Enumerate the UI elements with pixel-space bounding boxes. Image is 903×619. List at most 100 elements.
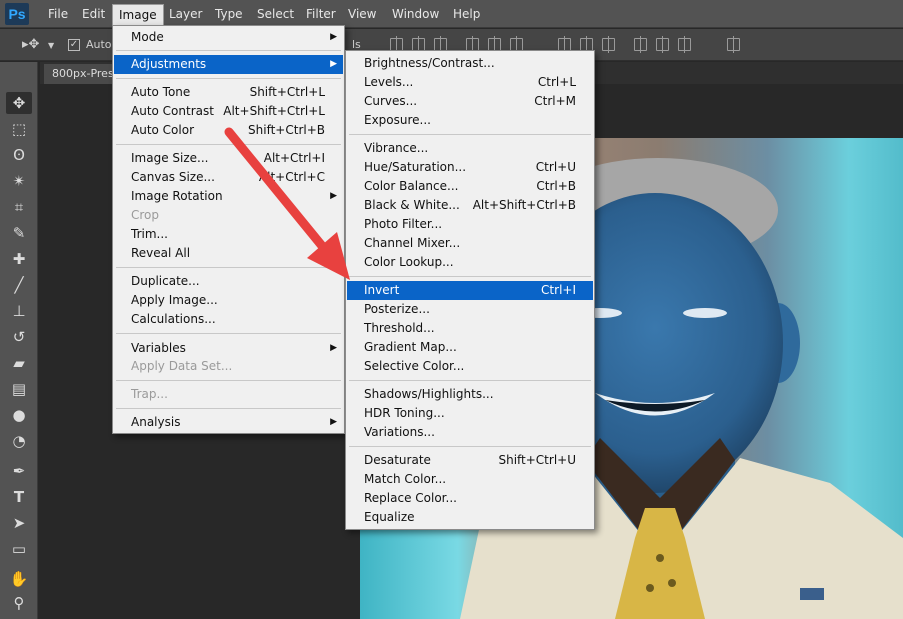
menu-item-selective-color[interactable]: Selective Color... xyxy=(347,357,593,376)
menu-image[interactable]: Image xyxy=(112,4,164,26)
chevron-right-icon: ▶ xyxy=(330,191,337,201)
menu-item-posterize[interactable]: Posterize... xyxy=(347,300,593,319)
menu-item-hdr-toning[interactable]: HDR Toning... xyxy=(347,404,593,423)
distribute-bottom-icon[interactable] xyxy=(602,36,615,53)
menu-item-shadows-highlights[interactable]: Shadows/Highlights... xyxy=(347,385,593,404)
menu-view[interactable]: View xyxy=(346,5,378,23)
menu-item-channel-mixer[interactable]: Channel Mixer... xyxy=(347,234,593,253)
eyedropper-tool-icon[interactable]: ✎ xyxy=(6,222,32,244)
menu-item-trap: Trap... xyxy=(131,387,168,401)
menu-item-adjustments[interactable]: Adjustments ▶ xyxy=(114,55,343,74)
crop-tool-icon[interactable]: ⌗ xyxy=(6,196,32,218)
menu-item-threshold[interactable]: Threshold... xyxy=(347,319,593,338)
distribute-right-icon[interactable] xyxy=(678,36,691,53)
menu-item-replace-color[interactable]: Replace Color... xyxy=(347,489,593,508)
move-tool-icon[interactable]: ✥ xyxy=(6,92,32,114)
menu-item-brightness-contrast[interactable]: Brightness/Contrast... xyxy=(347,54,593,73)
menu-item-color-lookup[interactable]: Color Lookup... xyxy=(347,253,593,272)
type-tool-icon[interactable]: T xyxy=(6,486,32,508)
tools-panel: ✥ ⬚ ʘ ✴ ⌗ ✎ ✚ ╱ ⊥ ↺ ▰ ▤ ● ◔ ✒ T ➤ ▭ ✋ ⚲ xyxy=(0,62,38,619)
menu-help[interactable]: Help xyxy=(451,5,482,23)
menu-item-calculations[interactable]: Calculations... xyxy=(114,310,343,329)
zoom-tool-icon[interactable]: ⚲ xyxy=(6,592,32,614)
menu-type[interactable]: Type xyxy=(213,5,245,23)
menu-separator xyxy=(349,134,591,135)
menu-separator xyxy=(116,408,341,409)
hand-tool-icon[interactable]: ✋ xyxy=(6,568,32,590)
menu-separator xyxy=(116,78,341,79)
menu-separator xyxy=(349,446,591,447)
menu-item-match-color[interactable]: Match Color... xyxy=(347,470,593,489)
menu-item-variations[interactable]: Variations... xyxy=(347,423,593,442)
menu-item-crop: Crop xyxy=(131,208,160,222)
menu-separator xyxy=(116,333,341,334)
menu-item-duplicate[interactable]: Duplicate... xyxy=(114,272,343,291)
brush-tool-icon[interactable]: ╱ xyxy=(6,274,32,296)
menu-item-apply-image[interactable]: Apply Image... xyxy=(114,291,343,310)
photoshop-logo: Ps xyxy=(5,3,29,25)
healing-brush-tool-icon[interactable]: ✚ xyxy=(6,248,32,270)
menu-item-auto-tone[interactable]: Auto Tone Shift+Ctrl+L xyxy=(114,83,343,102)
chevron-down-icon[interactable]: ▼ xyxy=(48,41,54,50)
menu-bar: Ps File Edit Image Layer Type Select Fil… xyxy=(0,0,903,28)
menu-item-image-size[interactable]: Image Size... Alt+Ctrl+I xyxy=(114,149,343,168)
menu-item-levels[interactable]: Levels... Ctrl+L xyxy=(347,73,593,92)
menu-item-desaturate[interactable]: Desaturate Shift+Ctrl+U xyxy=(347,451,593,470)
menu-item-auto-color[interactable]: Auto Color Shift+Ctrl+B xyxy=(114,121,343,140)
chevron-right-icon: ▶ xyxy=(330,59,337,69)
menu-separator xyxy=(116,267,341,268)
menu-separator xyxy=(349,380,591,381)
menu-item-mode[interactable]: Mode ▶ xyxy=(114,28,343,47)
menu-item-vibrance[interactable]: Vibrance... xyxy=(347,139,593,158)
menu-item-reveal-all[interactable]: Reveal All xyxy=(114,244,343,263)
blur-tool-icon[interactable]: ● xyxy=(6,404,32,426)
rectangle-tool-icon[interactable]: ▭ xyxy=(6,538,32,560)
dodge-tool-icon[interactable]: ◔ xyxy=(6,430,32,452)
menu-item-analysis[interactable]: Analysis ▶ xyxy=(114,413,343,432)
clone-stamp-tool-icon[interactable]: ⊥ xyxy=(6,300,32,322)
menu-separator xyxy=(116,144,341,145)
move-tool-preset-icon[interactable]: ▸✥ xyxy=(22,37,39,52)
menu-item-trim[interactable]: Trim... xyxy=(114,225,343,244)
chevron-right-icon: ▶ xyxy=(330,417,337,427)
adjustments-submenu: Brightness/Contrast... Levels... Ctrl+L C… xyxy=(345,50,595,530)
gradient-tool-icon[interactable]: ▤ xyxy=(6,378,32,400)
menu-item-photo-filter[interactable]: Photo Filter... xyxy=(347,215,593,234)
menu-edit[interactable]: Edit xyxy=(80,5,107,23)
distribute-left-icon[interactable] xyxy=(634,36,647,53)
distribute-horizontal-center-icon[interactable] xyxy=(656,36,669,53)
menu-item-exposure[interactable]: Exposure... xyxy=(347,111,593,130)
menu-select[interactable]: Select xyxy=(255,5,296,23)
menu-separator xyxy=(349,276,591,277)
menu-item-curves[interactable]: Curves... Ctrl+M xyxy=(347,92,593,111)
menu-window[interactable]: Window xyxy=(390,5,441,23)
menu-item-auto-contrast[interactable]: Auto Contrast Alt+Shift+Ctrl+L xyxy=(114,102,343,121)
marquee-tool-icon[interactable]: ⬚ xyxy=(6,118,32,140)
menu-item-apply-data-set: Apply Data Set... xyxy=(131,359,233,373)
menu-item-variables[interactable]: Variables ▶ xyxy=(114,339,343,358)
pen-tool-icon[interactable]: ✒ xyxy=(6,460,32,482)
auto-select-checkbox[interactable]: ✓ xyxy=(68,39,80,51)
auto-align-layers-icon[interactable] xyxy=(727,36,740,53)
menu-item-black-white[interactable]: Black & White... Alt+Shift+Ctrl+B xyxy=(347,196,593,215)
menu-file[interactable]: File xyxy=(46,5,70,23)
image-menu-dropdown: Mode ▶ Adjustments ▶ Auto Tone Shift+Ctrl+L… xyxy=(112,25,345,434)
magic-wand-tool-icon[interactable]: ✴ xyxy=(6,170,32,192)
chevron-right-icon: ▶ xyxy=(330,32,337,42)
menu-item-image-rotation[interactable]: Image Rotation ▶ xyxy=(114,187,343,206)
menu-item-canvas-size[interactable]: Canvas Size... Alt+Ctrl+C xyxy=(114,168,343,187)
history-brush-tool-icon[interactable]: ↺ xyxy=(6,326,32,348)
menu-item-hue-saturation[interactable]: Hue/Saturation... Ctrl+U xyxy=(347,158,593,177)
eraser-tool-icon[interactable]: ▰ xyxy=(6,352,32,374)
chevron-right-icon: ▶ xyxy=(330,343,337,353)
menu-item-equalize[interactable]: Equalize xyxy=(347,508,593,527)
lasso-tool-icon[interactable]: ʘ xyxy=(6,144,32,166)
menu-separator xyxy=(116,50,341,51)
photoshop-window: Ps File Edit Image Layer Type Select Fil… xyxy=(0,0,903,619)
menu-item-invert[interactable]: Invert Ctrl+I xyxy=(347,281,593,300)
path-selection-tool-icon[interactable]: ➤ xyxy=(6,512,32,534)
menu-layer[interactable]: Layer xyxy=(167,5,204,23)
menu-item-gradient-map[interactable]: Gradient Map... xyxy=(347,338,593,357)
menu-filter[interactable]: Filter xyxy=(304,5,338,23)
menu-item-color-balance[interactable]: Color Balance... Ctrl+B xyxy=(347,177,593,196)
